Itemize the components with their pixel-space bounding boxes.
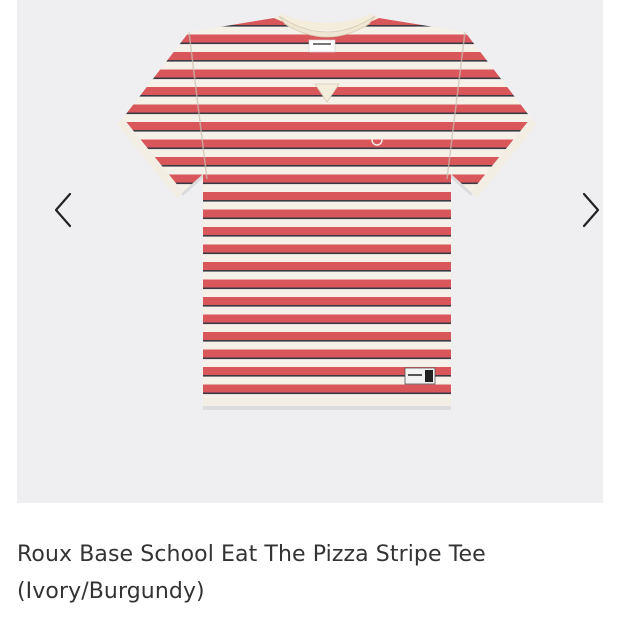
product-title-line-2: (Ivory/Burgundy): [17, 579, 205, 604]
product-title: Roux Base School Eat The Pizza Stripe Te…: [17, 536, 603, 610]
product-photo: [117, 14, 537, 410]
shirt-hem: [203, 398, 451, 406]
neck-label: [308, 39, 336, 53]
hem-tag: [404, 367, 436, 385]
product-page: Roux Base School Eat The Pizza Stripe Te…: [0, 0, 620, 620]
previous-image-button[interactable]: [43, 190, 83, 230]
product-title-line-1: Roux Base School Eat The Pizza Stripe Te…: [17, 542, 486, 567]
chevron-right-icon: [582, 192, 600, 228]
chevron-left-icon: [54, 192, 72, 228]
next-image-button[interactable]: [571, 190, 611, 230]
product-image-gallery: [17, 0, 603, 503]
shirt-body: [123, 18, 531, 406]
